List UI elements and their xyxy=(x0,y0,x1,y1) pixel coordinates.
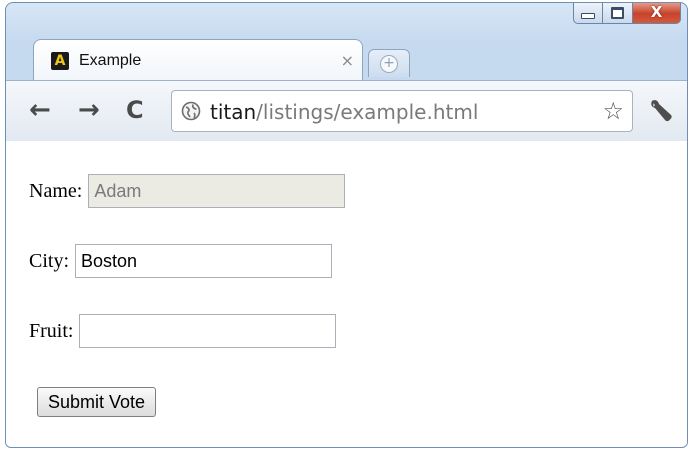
reload-button[interactable]: C xyxy=(126,95,144,125)
url-host: titan xyxy=(210,100,257,124)
maximize-icon xyxy=(611,6,624,19)
tab-title: Example xyxy=(79,52,142,69)
fruit-row: Fruit: xyxy=(29,314,337,348)
close-icon: X xyxy=(650,3,663,21)
page-content: Name: City: Fruit: Submit Vote xyxy=(6,141,687,447)
city-input[interactable] xyxy=(75,244,333,278)
submit-vote-button[interactable]: Submit Vote xyxy=(37,387,157,417)
wrench-icon[interactable] xyxy=(647,96,675,124)
new-tab-icon: + xyxy=(380,54,398,73)
fruit-label: Fruit: xyxy=(29,319,74,342)
favicon-icon: A xyxy=(51,52,69,70)
new-tab-button[interactable]: + xyxy=(368,49,410,77)
close-window-button[interactable]: X xyxy=(633,3,681,24)
maximize-button[interactable] xyxy=(603,3,633,24)
forward-button[interactable]: → xyxy=(78,95,100,125)
city-row: City: xyxy=(29,244,333,278)
browser-window: X A Example × + ← → C titan/listings/exa… xyxy=(5,2,688,448)
name-label: Name: xyxy=(29,179,83,202)
fruit-input[interactable] xyxy=(79,314,337,348)
name-input[interactable] xyxy=(88,174,346,208)
window-controls: X xyxy=(573,3,681,24)
tab-example[interactable]: A Example × xyxy=(33,39,363,81)
back-button[interactable]: ← xyxy=(29,95,51,125)
globe-icon xyxy=(181,101,201,121)
browser-toolbar: ← → C titan/listings/example.html ☆ xyxy=(6,80,687,142)
url-path: /listings/example.html xyxy=(256,100,479,124)
star-icon[interactable]: ☆ xyxy=(602,97,624,125)
city-label: City: xyxy=(29,249,70,272)
address-bar[interactable]: titan/listings/example.html ☆ xyxy=(171,90,633,132)
tab-close-icon[interactable]: × xyxy=(341,51,354,70)
name-row: Name: xyxy=(29,174,346,208)
minimize-icon xyxy=(581,12,595,19)
minimize-button[interactable] xyxy=(573,3,603,24)
url-text: titan/listings/example.html xyxy=(210,100,478,124)
